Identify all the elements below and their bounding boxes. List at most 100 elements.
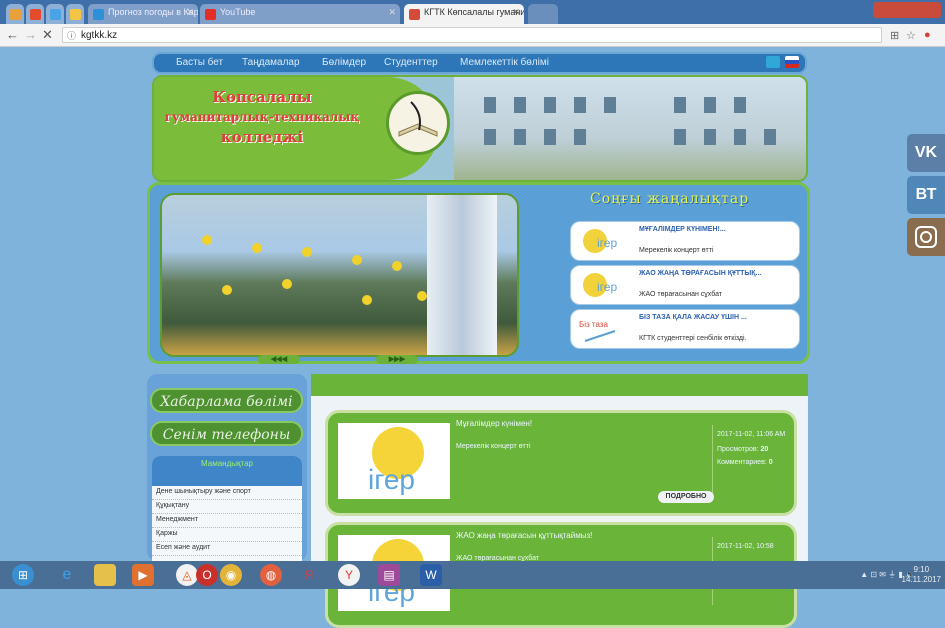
news-item-desc: Мерекелік концерт өтті [639, 247, 714, 254]
news-item-desc: КГТК студенттері сенбілік өткізді. [639, 335, 747, 342]
left-sidebar: Хабарлама бөлімі Сенім телефоны Мамандық… [147, 374, 307, 566]
youtube-favicon-icon [205, 9, 216, 20]
specialty-item[interactable]: Құқықтану [152, 500, 302, 514]
bookmark-star-icon[interactable]: ☆ [906, 29, 916, 42]
tab-close-icon[interactable]: ✕ [512, 7, 520, 18]
specialty-item[interactable]: Дене шынықтыру және спорт [152, 486, 302, 500]
iger-logo-icon: ігер [338, 423, 450, 499]
site-header-banner: Көпсалалы гуманитарлық-техникалық коллед… [152, 75, 808, 182]
views-count: 20 [760, 446, 769, 453]
avast-icon[interactable]: ◬ [176, 564, 198, 586]
ie-icon[interactable]: e [56, 564, 78, 586]
views-label: Просмотров: [717, 446, 759, 453]
instagram-social-button[interactable] [907, 218, 945, 256]
specialty-item[interactable]: Есеп және аудит [152, 542, 302, 556]
svg-text:ігер: ігер [368, 464, 415, 495]
clock-date: 14.11.2017 [901, 575, 941, 584]
vk-social-button[interactable]: VK [907, 134, 945, 172]
chrome-icon[interactable]: ◉ [220, 564, 242, 586]
news-item-title[interactable]: ЖАО ЖАҢА ТӨРАҒАСЫН ҚҰТТЫҚ... [639, 270, 761, 277]
slider-next-button[interactable]: ▶▶▶ [376, 355, 418, 364]
url-text: kgtkk.kz [81, 30, 118, 41]
college-building-photo [454, 77, 806, 180]
tab-label: КГТК Көпсалалы гумани [424, 7, 524, 17]
nav-item-departments[interactable]: Бөлімдер [322, 57, 366, 68]
weather-favicon-icon [93, 9, 104, 20]
comments-label: Комментариев: [717, 459, 767, 466]
start-button-icon[interactable]: ⊞ [12, 564, 34, 586]
slider-photo[interactable] [160, 193, 519, 357]
news-item-title[interactable]: МҰҒАЛІМДЕР КҮНІМЕН!... [639, 226, 726, 233]
nav-item-home[interactable]: Басты бет [176, 57, 223, 68]
tab-close-icon[interactable]: ✕ [186, 7, 194, 18]
hotline-button[interactable]: Сенім телефоны [150, 421, 303, 446]
tab-pinned-4[interactable] [66, 4, 84, 24]
news-item-desc: ЖАО төрағасынан сұхбат [639, 291, 723, 298]
explorer-folder-icon[interactable] [94, 564, 116, 586]
read-more-button[interactable]: ПОДРОБНО [658, 491, 714, 503]
announcements-button[interactable]: Хабарлама бөлімі [150, 388, 303, 413]
yandex-browser-icon[interactable]: Y [338, 564, 360, 586]
book-quill-logo-icon [386, 91, 450, 155]
clock[interactable]: 9:10 14.11.2017 [902, 565, 941, 585]
tab-kgtk[interactable]: КГТК Көпсалалы гумани ✕ [404, 4, 524, 24]
tab-weather[interactable]: Прогноз погоды в Каре ✕ [88, 4, 198, 24]
specialty-item[interactable]: Қаржы [152, 528, 302, 542]
news-item[interactable]: Біз таза БІЗ ТАЗА ҚАЛА ЖАСАУ ҮШІН ... КГ… [570, 309, 800, 349]
news-card-title[interactable]: Мұғалімдер күнімен! [456, 419, 532, 428]
tab-pinned-2[interactable] [26, 4, 44, 24]
browser-toolbar: ← → ✕ ⓘ kgtkk.kz ⊞ ☆ ● [0, 24, 945, 47]
tab-pinned-1[interactable] [6, 4, 24, 24]
news-card: ігер Мұғалімдер күнімен! Мерекелік конце… [325, 410, 797, 516]
college-name-line-2: гуманитарлық-техникалық [164, 110, 360, 124]
svg-text:Біз таза: Біз таза [579, 320, 609, 329]
browser-tab-strip: Прогноз погоды в Каре ✕ YouTube ✕ КГТК К… [0, 0, 945, 24]
tab-close-icon[interactable]: ✕ [388, 7, 396, 18]
info-icon[interactable]: ⓘ [67, 28, 76, 44]
extension-icon[interactable]: ● [924, 29, 931, 41]
russian-flag-icon[interactable] [785, 56, 799, 68]
opera-icon[interactable]: O [196, 564, 218, 586]
address-bar[interactable]: ⓘ kgtkk.kz [62, 27, 882, 43]
tab-label: Прогноз погоды в Каре [108, 7, 198, 17]
news-card-meta: 2017-11-02, 11:06 AM Просмотров: 20 Комм… [712, 425, 797, 493]
specialty-item[interactable]: Менеджмент [152, 514, 302, 528]
window-controls[interactable] [873, 2, 941, 18]
back-arrow-icon[interactable]: ← [6, 27, 19, 42]
nav-item-students[interactable]: Студенттер [384, 57, 438, 68]
kgtk-favicon-icon [409, 9, 420, 20]
news-thumbnail: ігер [575, 269, 631, 301]
news-card-title[interactable]: ЖАО жаңа төрағасын құттықтаймыз! [456, 531, 592, 540]
news-item[interactable]: ігер МҰҒАЛІМДЕР КҮНІМЕН!... Мерекелік ко… [570, 221, 800, 261]
tab-favicon-icon [10, 9, 21, 20]
tab-youtube[interactable]: YouTube ✕ [200, 4, 400, 24]
news-thumbnail: ігер [575, 225, 631, 257]
yandex-icon[interactable]: Я [298, 564, 320, 586]
news-item[interactable]: ігер ЖАО ЖАҢА ТӨРАҒАСЫН ҚҰТТЫҚ... ЖАО тө… [570, 265, 800, 305]
news-item-title[interactable]: БІЗ ТАЗА ҚАЛА ЖАСАУ ҮШІН ... [639, 314, 747, 321]
stop-icon[interactable]: ✕ [42, 27, 53, 43]
kazakh-flag-icon[interactable] [765, 56, 780, 68]
nav-item-selected[interactable]: Таңдамалар [242, 57, 300, 68]
forward-arrow-icon[interactable]: → [24, 27, 37, 42]
college-name-line-1: Көпсалалы [212, 88, 312, 106]
tab-favicon-icon [30, 9, 41, 20]
comments-count: 0 [768, 459, 773, 466]
news-card-date: 2017-11-02, 11:06 AM [717, 431, 786, 438]
slider-prev-button[interactable]: ◀◀◀ [258, 355, 300, 364]
translate-icon[interactable]: ⊞ [890, 29, 899, 42]
windows-taskbar: ⊞ e ▶ ◬ O ◉ ◍ Я Y ▤ W ▲ ⊡ ✉ ⏚ ▮ 🔈 9:10 1… [0, 561, 945, 589]
winrar-icon[interactable]: ▤ [378, 564, 400, 586]
svg-text:ігер: ігер [597, 236, 617, 250]
media-player-icon[interactable]: ▶ [132, 564, 154, 586]
new-tab-button[interactable] [528, 4, 558, 24]
bt-social-button[interactable]: ВТ [907, 176, 945, 214]
news-card-date: 2017-11-02, 10:58 [717, 543, 774, 550]
college-name: Көпсалалы гуманитарлық-техникалық коллед… [162, 87, 362, 147]
tab-pinned-3[interactable] [46, 4, 64, 24]
word-icon[interactable]: W [420, 564, 442, 586]
main-content: ігер Мұғалімдер күнімен! Мерекелік конце… [311, 374, 808, 628]
news-card-desc: Мерекелік концерт өтті [456, 443, 531, 450]
app-icon[interactable]: ◍ [260, 564, 282, 586]
nav-item-state-language[interactable]: Мемлекеттік бөлімі [460, 57, 549, 68]
